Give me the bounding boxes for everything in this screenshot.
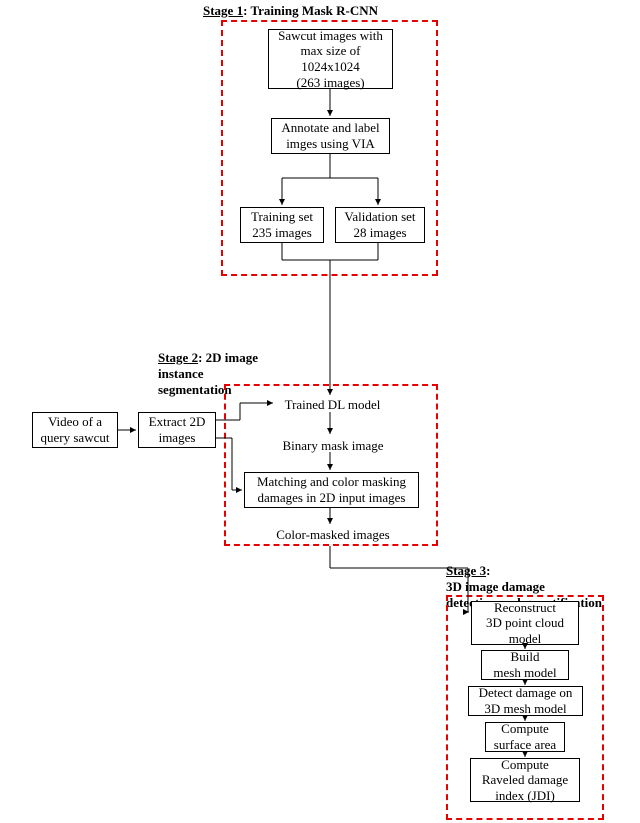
box-sawcut: Sawcut images with max size of 1024x1024… (268, 29, 393, 89)
txt-trained-model: Trained DL model (275, 397, 390, 413)
box-detect3d: Detect damage on 3D mesh model (468, 686, 583, 716)
box-surface: Compute surface area (485, 722, 565, 752)
stage1-title: Stage 1: Training Mask R-CNN (203, 3, 378, 19)
box-mesh: Build mesh model (481, 650, 569, 680)
box-annotate: Annotate and label imges using VIA (271, 118, 390, 154)
stage3-prefix: Stage 3 (446, 563, 486, 578)
txt-binary-mask: Binary mask image (273, 438, 393, 454)
box-train-set: Training set 235 images (240, 207, 324, 243)
box-matching: Matching and color masking damages in 2D… (244, 472, 419, 508)
box-reconstruct: Reconstruct 3D point cloud model (471, 601, 579, 645)
stage2-prefix: Stage 2 (158, 350, 198, 365)
box-extract: Extract 2D images (138, 412, 216, 448)
stage1-rest: : Training Mask R-CNN (243, 3, 378, 18)
txt-color-masked: Color-masked images (268, 527, 398, 543)
box-valid-set: Validation set 28 images (335, 207, 425, 243)
box-video: Video of a query sawcut (32, 412, 118, 448)
stage1-prefix: Stage 1 (203, 3, 243, 18)
box-jdi: Compute Raveled damage index (JDI) (470, 758, 580, 802)
